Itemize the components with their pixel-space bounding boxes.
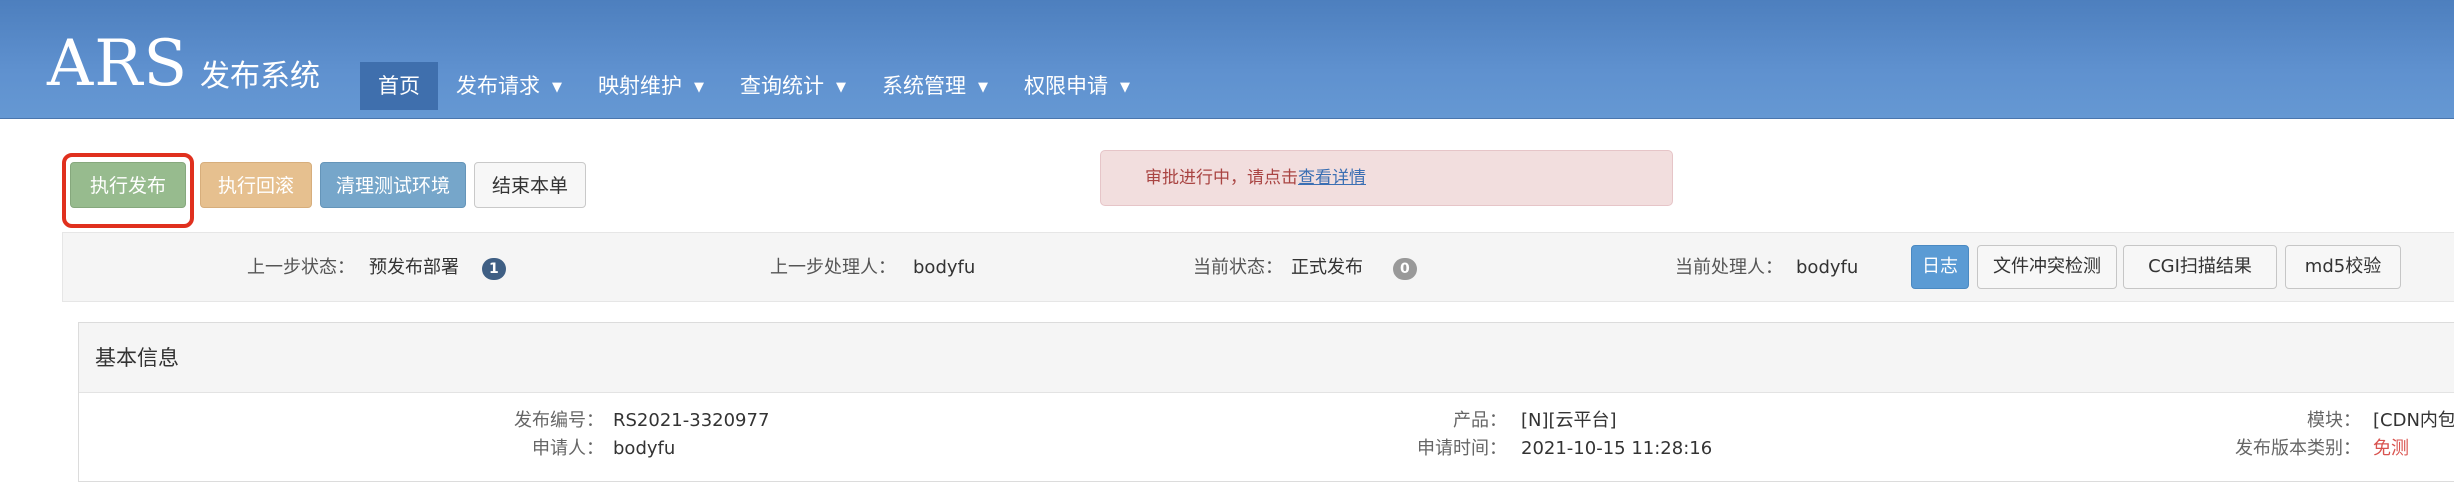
top-header: ARS 发布系统 首页 发布请求 ▼ 映射维护 ▼ 查询统计 ▼ 系统管理 ▼ 权限申请…: [0, 0, 2454, 119]
current-state-label: 当前状态：: [1193, 257, 1283, 278]
prev-handler-label: 上一步处理人：: [770, 257, 896, 278]
prev-state-value: 预发布部署: [369, 257, 459, 278]
current-state-badge: 0: [1393, 258, 1417, 280]
alert-text: 审批进行中，请点击: [1145, 168, 1298, 188]
nav-permission-label: 权限申请: [1024, 74, 1108, 98]
chevron-down-icon: ▼: [694, 80, 704, 95]
chevron-down-icon: ▼: [836, 80, 846, 95]
nav-system-admin-label: 系统管理: [882, 74, 966, 98]
version-type-value: 免测: [2373, 438, 2409, 459]
prev-state-label: 上一步状态：: [247, 257, 355, 278]
nav-query-stats-label: 查询统计: [740, 74, 824, 98]
nav-home-label: 首页: [378, 74, 420, 98]
current-handler-value: bodyfu: [1796, 257, 1859, 278]
status-panel: 上一步状态： 预发布部署 1 上一步处理人： bodyfu 当前状态： 正式发布…: [62, 232, 2454, 302]
apply-time-label: 申请时间：: [1417, 438, 1507, 459]
release-no-label: 发布编号：: [514, 410, 604, 431]
basic-info-title: 基本信息: [95, 346, 179, 370]
current-handler-label: 当前处理人：: [1675, 257, 1783, 278]
main-nav: 首页 发布请求 ▼ 映射维护 ▼ 查询统计 ▼ 系统管理 ▼ 权限申请 ▼: [360, 62, 1148, 110]
close-ticket-button[interactable]: 结束本单: [474, 162, 586, 208]
module-label: 模块：: [2307, 410, 2361, 431]
nav-mapping-label: 映射维护: [598, 74, 682, 98]
chevron-down-icon: ▼: [552, 80, 562, 95]
view-details-link[interactable]: 查看详情: [1298, 168, 1366, 188]
applicant-value: bodyfu: [613, 438, 676, 459]
log-button[interactable]: 日志: [1911, 245, 1969, 289]
nav-item-permission[interactable]: 权限申请 ▼: [1006, 62, 1148, 110]
highlight-annotation: [62, 153, 194, 228]
approval-alert: 审批进行中，请点击查看详情: [1100, 150, 1673, 206]
version-type-label: 发布版本类别：: [2235, 438, 2361, 459]
chevron-down-icon: ▼: [978, 80, 988, 95]
nav-item-query-stats[interactable]: 查询统计 ▼: [722, 62, 864, 110]
release-no-value: RS2021-3320977: [613, 410, 770, 431]
prev-handler-value: bodyfu: [913, 257, 976, 278]
nav-item-home[interactable]: 首页: [360, 62, 438, 110]
current-state-value: 正式发布: [1291, 257, 1363, 278]
nav-item-mapping[interactable]: 映射维护 ▼: [580, 62, 722, 110]
nav-item-system-admin[interactable]: 系统管理 ▼: [864, 62, 1006, 110]
logo-subtitle: 发布系统: [200, 59, 320, 94]
apply-time-value: 2021-10-15 11:28:16: [1521, 438, 1713, 459]
product-value: [N][云平台]: [1521, 410, 1617, 431]
prev-state-badge: 1: [482, 258, 506, 280]
basic-info-header: 基本信息: [79, 323, 2454, 393]
md5-check-button[interactable]: md5校验: [2285, 245, 2401, 289]
execute-rollback-button[interactable]: 执行回滚: [200, 162, 312, 208]
logo[interactable]: ARS: [47, 32, 188, 96]
product-label: 产品：: [1453, 410, 1507, 431]
module-value: [CDN内包][: [2373, 410, 2454, 431]
nav-item-release-request[interactable]: 发布请求 ▼: [438, 62, 580, 110]
applicant-label: 申请人：: [532, 438, 604, 459]
clean-test-env-button[interactable]: 清理测试环境: [320, 162, 466, 208]
nav-release-request-label: 发布请求: [456, 74, 540, 98]
cgi-scan-button[interactable]: CGI扫描结果: [2123, 245, 2277, 289]
basic-info-panel: 基本信息 发布编号： RS2021-3320977 申请人： bodyfu 产品…: [78, 322, 2454, 482]
chevron-down-icon: ▼: [1120, 80, 1130, 95]
file-conflict-button[interactable]: 文件冲突检测: [1977, 245, 2117, 289]
